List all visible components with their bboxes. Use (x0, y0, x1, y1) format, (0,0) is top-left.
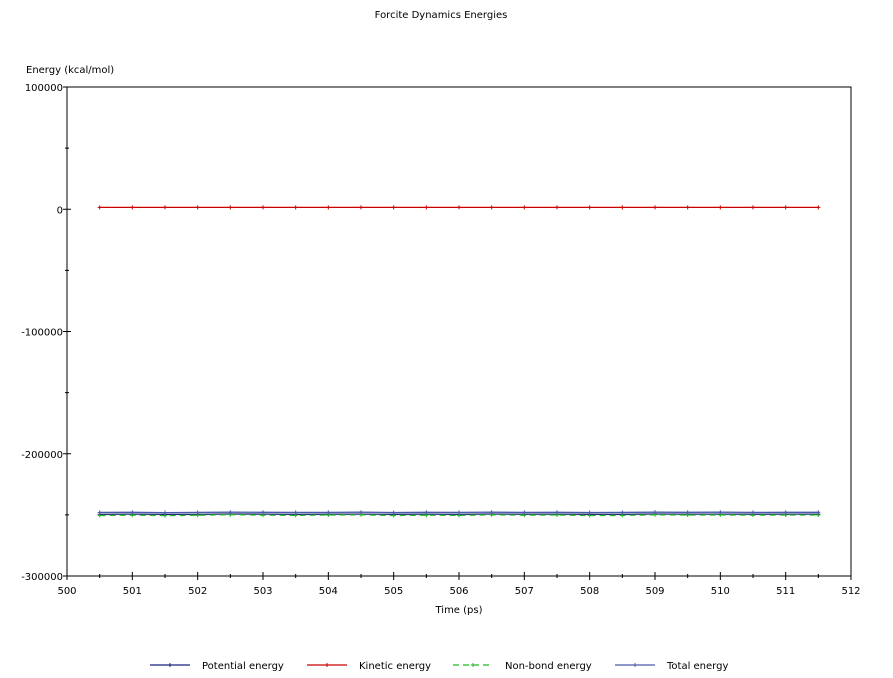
x-tick-label: 512 (841, 586, 860, 597)
y-tick-label: -300000 (21, 572, 63, 583)
x-tick-label: 508 (580, 586, 599, 597)
x-tick-label: 502 (188, 586, 207, 597)
legend-item: Non-bond energy (453, 661, 592, 672)
y-axis-label: Energy (kcal/mol) (26, 65, 114, 76)
x-axis-label: Time (ps) (434, 605, 482, 616)
y-tick-label: 100000 (25, 83, 63, 94)
energy-line-chart: Forcite Dynamics Energies Energy (kcal/m… (21, 10, 860, 672)
legend-item: Kinetic energy (307, 661, 431, 672)
x-tick-label: 510 (711, 586, 730, 597)
x-tick-label: 509 (645, 586, 664, 597)
legend-label: Total energy (666, 661, 728, 672)
legend-item: Total energy (615, 661, 728, 672)
x-tick-label: 500 (57, 586, 76, 597)
x-tick-label: 506 (449, 586, 468, 597)
x-tick-label: 501 (123, 586, 142, 597)
legend-item: Potential energy (150, 661, 284, 672)
x-tick-label: 511 (776, 586, 795, 597)
y-tick-label: -200000 (21, 450, 63, 461)
y-axis-ticks: 100000 0 -100000 -200000 -300000 (21, 83, 71, 583)
y-tick-label: 0 (57, 205, 63, 216)
legend-label: Potential energy (202, 661, 284, 672)
legend-label: Non-bond energy (505, 661, 592, 672)
y-tick-label: -100000 (21, 328, 63, 339)
x-tick-label: 507 (515, 586, 534, 597)
x-tick-label: 503 (253, 586, 272, 597)
x-tick-label: 505 (384, 586, 403, 597)
x-tick-label: 504 (319, 586, 338, 597)
plot-area-frame (66, 86, 852, 577)
legend-label: Kinetic energy (359, 661, 431, 672)
legend: Potential energy Kinetic energy Non-bond e… (150, 661, 728, 672)
chart-title: Forcite Dynamics Energies (375, 10, 508, 21)
